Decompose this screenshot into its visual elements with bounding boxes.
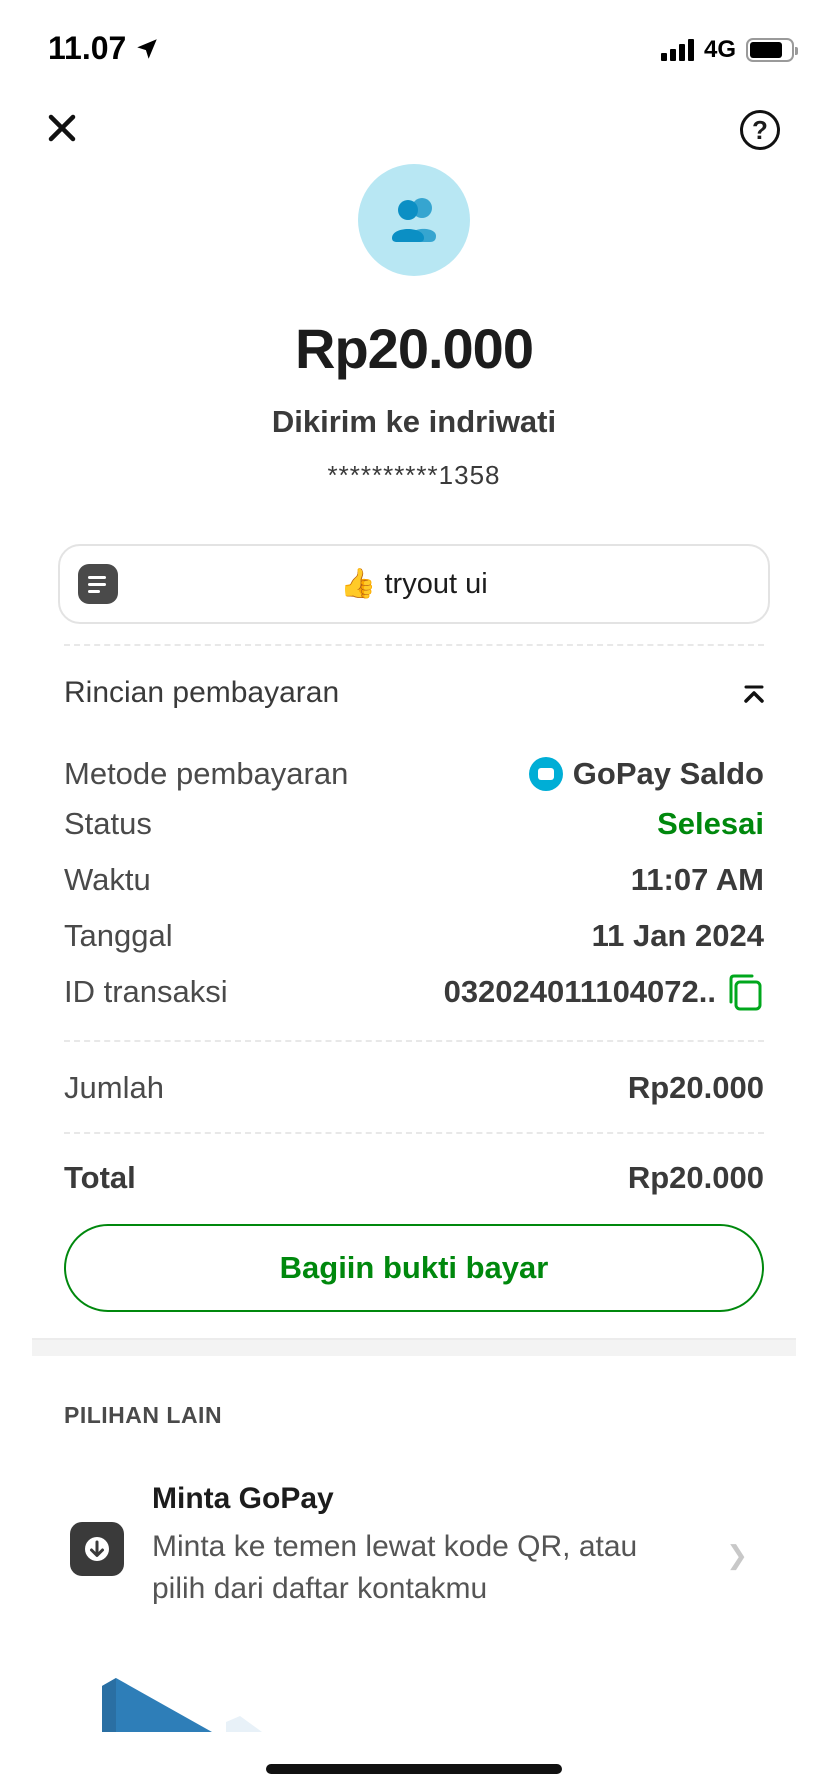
time-value: 11:07 AM	[630, 862, 764, 897]
signal-icon	[660, 39, 694, 61]
help-icon: ?	[752, 114, 768, 145]
detail-label: Tanggal	[64, 918, 173, 953]
note-message: tryout ui	[384, 568, 488, 600]
collapse-details-button[interactable]	[742, 683, 766, 707]
note-text: 👍 tryout ui	[60, 567, 768, 601]
total-row: Total Rp20.000	[64, 1160, 764, 1196]
battery-icon	[746, 38, 798, 62]
detail-row-date: Tanggal 11 Jan 2024	[64, 918, 764, 954]
detail-label: ID transaksi	[64, 974, 228, 1009]
divider	[64, 1040, 764, 1042]
other-options-heading: PILIHAN LAIN	[64, 1402, 223, 1428]
transaction-id-value: 032024011104072..	[443, 974, 716, 1009]
help-button[interactable]: ?	[740, 110, 780, 150]
transaction-id-group: 032024011104072..	[444, 972, 764, 1012]
divider	[64, 644, 764, 646]
status-time-group: 11.07	[48, 30, 160, 67]
section-separator	[32, 1338, 796, 1356]
copy-icon[interactable]	[726, 972, 764, 1012]
detail-value: GoPay Saldo	[528, 756, 764, 792]
amount-value: Rp20.000	[627, 1070, 764, 1105]
note-box: 👍 tryout ui	[58, 544, 770, 624]
payment-method-value: GoPay Saldo	[572, 756, 764, 791]
option-title: Minta GoPay	[152, 1482, 334, 1515]
date-value: 11 Jan 2024	[591, 918, 764, 953]
detail-row-time: Waktu 11:07 AM	[64, 862, 764, 898]
transfer-amount: Rp20.000	[295, 317, 534, 380]
status-value: Selesai	[657, 806, 764, 841]
option-description: Minta ke temen lewat kode QR, atau pilih…	[152, 1530, 638, 1605]
total-value: Rp20.000	[627, 1160, 764, 1195]
detail-label: Metode pembayaran	[64, 756, 349, 791]
detail-label: Waktu	[64, 862, 151, 897]
request-gopay-option[interactable]: Minta GoPay Minta ke temen lewat kode QR…	[64, 1482, 764, 1622]
recipient-name: Dikirim ke indriwati	[271, 404, 557, 439]
close-button[interactable]	[44, 110, 80, 146]
status-bar: 11.07 4G	[0, 0, 828, 100]
promo-illustration	[102, 1678, 292, 1732]
payment-details-title: Rincian pembayaran	[64, 676, 340, 709]
network-label: 4G	[703, 36, 736, 63]
divider	[64, 1132, 764, 1134]
note-icon	[78, 564, 118, 604]
download-arrow-icon	[70, 1522, 124, 1576]
detail-row-payment-method: Metode pembayaran GoPay Saldo	[64, 756, 764, 792]
amount-row: Jumlah Rp20.000	[64, 1070, 764, 1106]
people-icon	[392, 198, 436, 242]
gopay-wallet-icon	[528, 757, 563, 791]
detail-label: Status	[64, 806, 152, 841]
thumbs-up-emoji: 👍	[340, 568, 377, 600]
location-arrow-icon	[137, 38, 158, 59]
detail-row-status: Status Selesai	[64, 806, 764, 842]
detail-row-transaction-id: ID transaksi 032024011104072..	[64, 972, 764, 1012]
recipient-avatar	[358, 164, 470, 276]
status-indicators: 4G	[660, 36, 798, 64]
chevron-right-icon: ❯	[726, 1540, 748, 1570]
amount-label: Jumlah	[64, 1070, 164, 1105]
share-receipt-button[interactable]: Bagiin bukti bayar	[64, 1224, 764, 1312]
close-icon	[48, 114, 76, 142]
total-label: Total	[64, 1160, 136, 1195]
collapse-chevron-icon	[744, 685, 764, 703]
status-time: 11.07	[48, 30, 127, 66]
account-number: **********1358	[327, 460, 501, 490]
home-indicator	[266, 1764, 562, 1774]
